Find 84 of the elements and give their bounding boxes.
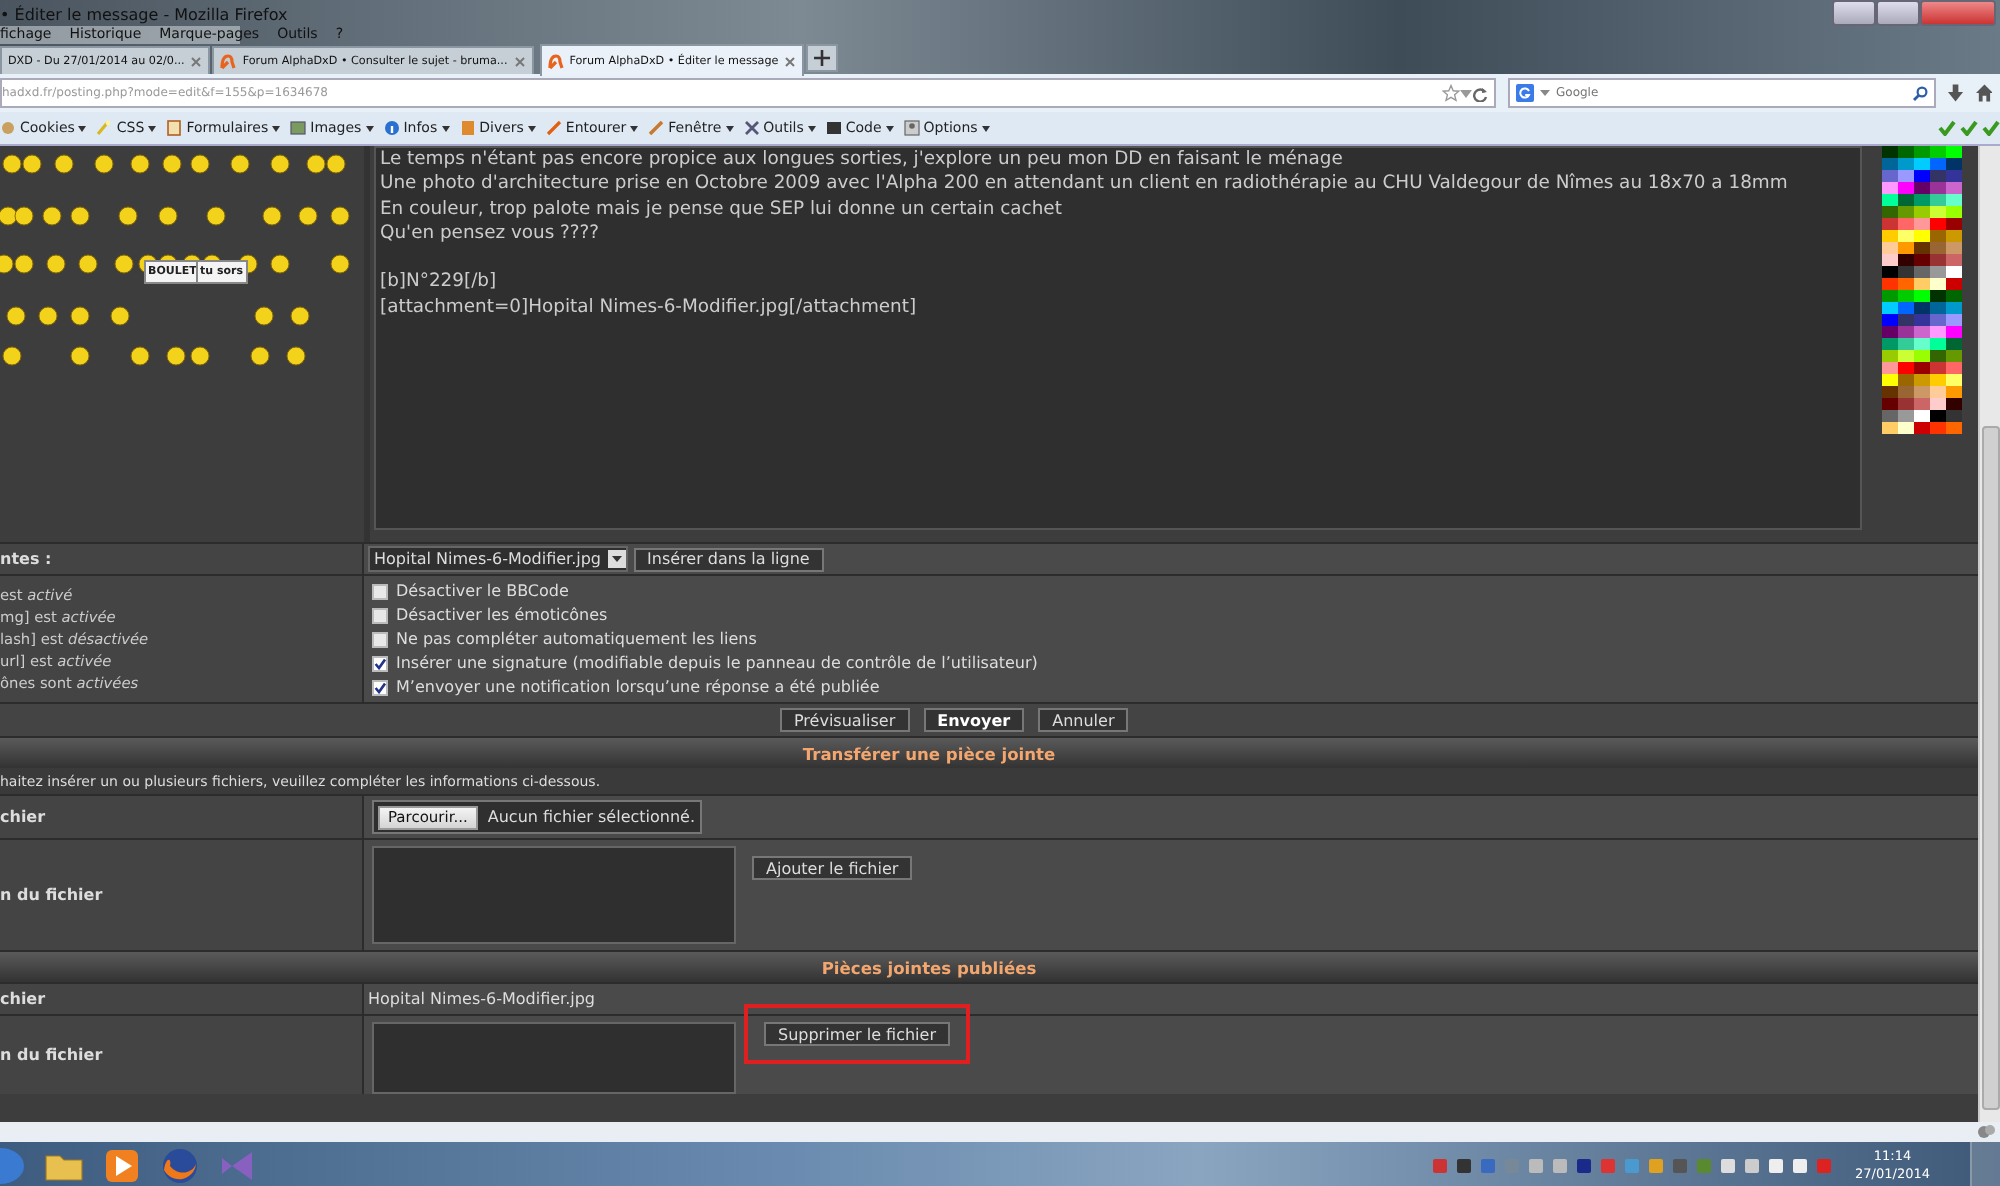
scrollbar-thumb[interactable] <box>1982 426 2000 1110</box>
folder-icon[interactable] <box>44 1149 84 1181</box>
option-label: Désactiver les émoticônes <box>396 606 608 624</box>
star-icon[interactable] <box>1442 84 1460 102</box>
file-name: Hopital Nimes-6-Modifier.jpg <box>368 990 596 1008</box>
delete-file-button[interactable]: Supprimer le fichier <box>764 1022 950 1046</box>
form-button[interactable]: Envoyer <box>923 708 1025 732</box>
smiley-icons-drawing[interactable] <box>0 154 350 366</box>
dropdown-arrow-icon <box>441 125 450 131</box>
dropdown-arrow-icon <box>885 125 894 131</box>
box-icon <box>459 120 476 136</box>
option-label: M’envoyer une notification lorsqu’une réponse a été publiée <box>396 678 880 696</box>
form-button[interactable]: Prévisualiser <box>780 708 910 732</box>
field-label: n du fichier <box>0 886 103 904</box>
text-line: [b]N°229[/b] <box>380 270 499 296</box>
close-icon[interactable] <box>784 55 797 67</box>
picture-icon <box>290 120 307 136</box>
wand-icon <box>96 120 113 136</box>
dropdown-arrow-icon <box>807 125 816 131</box>
pencil-icon <box>545 120 562 136</box>
attachment-select[interactable]: Hopital Nimes-6-Modifier.jpg <box>368 546 628 572</box>
dropdown-arrow-icon <box>981 125 990 131</box>
home-icon[interactable] <box>1975 84 1992 102</box>
checkbox[interactable] <box>372 679 388 695</box>
option-label: Insérer une signature (modifiable depuis le panneau de contrôle de l’utilisateur) <box>396 654 1038 672</box>
checkbox[interactable] <box>372 631 388 647</box>
media-player-icon[interactable] <box>104 1147 140 1183</box>
alpha-logo-icon <box>547 53 564 69</box>
dropdown-arrow-icon <box>272 125 281 131</box>
search-icon[interactable] <box>1912 85 1928 101</box>
start-button[interactable] <box>0 1147 24 1183</box>
field-label: n du fichier <box>0 1046 103 1064</box>
text-line: [attachment=0]Hopital Nimes-6-Modifier.jpg[/attachment] <box>380 295 919 321</box>
add-file-button[interactable]: Ajouter le fichier <box>752 856 913 880</box>
tools-icon <box>743 120 760 136</box>
section-heading: Pièces jointes publiées <box>821 957 1037 977</box>
close-button[interactable] <box>1920 0 1996 26</box>
new-tab-button[interactable] <box>806 44 839 72</box>
ruler-icon <box>648 120 665 136</box>
dropdown-arrow-icon <box>78 125 87 131</box>
dropdown-arrow-icon <box>725 125 734 131</box>
minimize-button[interactable] <box>1832 0 1876 26</box>
text-line: Le temps n'étant pas encore propice aux longues sorties, j'explore un peu mon DD en faisant le ménage <box>380 148 1345 173</box>
checkbox[interactable] <box>372 655 388 671</box>
dropdown-arrow-icon <box>630 125 639 131</box>
dropdown-arrow-icon[interactable] <box>1540 90 1550 96</box>
field-label: chier <box>0 990 46 1008</box>
text-line: Une photo d'architecture prise en Octobre 2009 avec l'Alpha 200 en attendant un client en radiothérapie au CHU Valdegour de Nîmes au 18x70 a 18mm <box>380 172 1790 198</box>
comment-textarea[interactable] <box>372 1022 736 1094</box>
dropdown-arrow-icon <box>148 125 157 131</box>
comment-textarea[interactable] <box>372 846 736 944</box>
options-icon <box>903 120 920 136</box>
download-icon[interactable] <box>1948 84 1964 102</box>
file-status: Aucun fichier sélectionné. <box>487 808 695 826</box>
dropdown-arrow-icon <box>527 125 536 131</box>
terminal-icon <box>825 120 842 136</box>
insert-inline-button[interactable]: Insérer dans la ligne <box>633 547 824 571</box>
text-line: Qu'en pensez vous ???? <box>380 221 602 247</box>
scrollbar[interactable] <box>1978 146 2000 1122</box>
text-line: En couleur, trop palote mais je pense que SEP lui donne un certain cachet <box>380 197 1064 222</box>
message-textarea[interactable] <box>374 146 1862 530</box>
dropdown-arrow-icon[interactable] <box>1460 89 1472 97</box>
maximize-button[interactable] <box>1876 0 1920 26</box>
search-engine-icon[interactable] <box>1516 84 1534 102</box>
option-label: Désactiver le BBCode <box>396 582 569 600</box>
form-button[interactable]: Annuler <box>1038 708 1129 732</box>
clipboard-icon <box>166 120 183 136</box>
field-label: chier <box>0 808 46 826</box>
close-icon[interactable] <box>513 55 526 67</box>
close-icon[interactable] <box>190 55 203 67</box>
dropdown-arrow-icon <box>611 556 622 562</box>
cookie-icon <box>0 120 16 136</box>
option-label: Ne pas compléter automatiquement les liens <box>396 630 757 648</box>
section-heading: Transférer une pièce jointe <box>802 743 1056 763</box>
reload-icon[interactable] <box>1472 85 1488 101</box>
color-swatches-drawing[interactable] <box>1882 146 1962 434</box>
field-label: ntes : <box>0 550 52 568</box>
dropdown-arrow-icon <box>365 125 374 131</box>
info-icon <box>383 120 400 136</box>
checkbox[interactable] <box>372 583 388 599</box>
checkbox[interactable] <box>372 607 388 623</box>
firefox-icon[interactable] <box>160 1145 200 1185</box>
alpha-logo-icon <box>220 53 237 69</box>
window-title: • Éditer le message - Mozilla Firefox <box>0 3 288 23</box>
